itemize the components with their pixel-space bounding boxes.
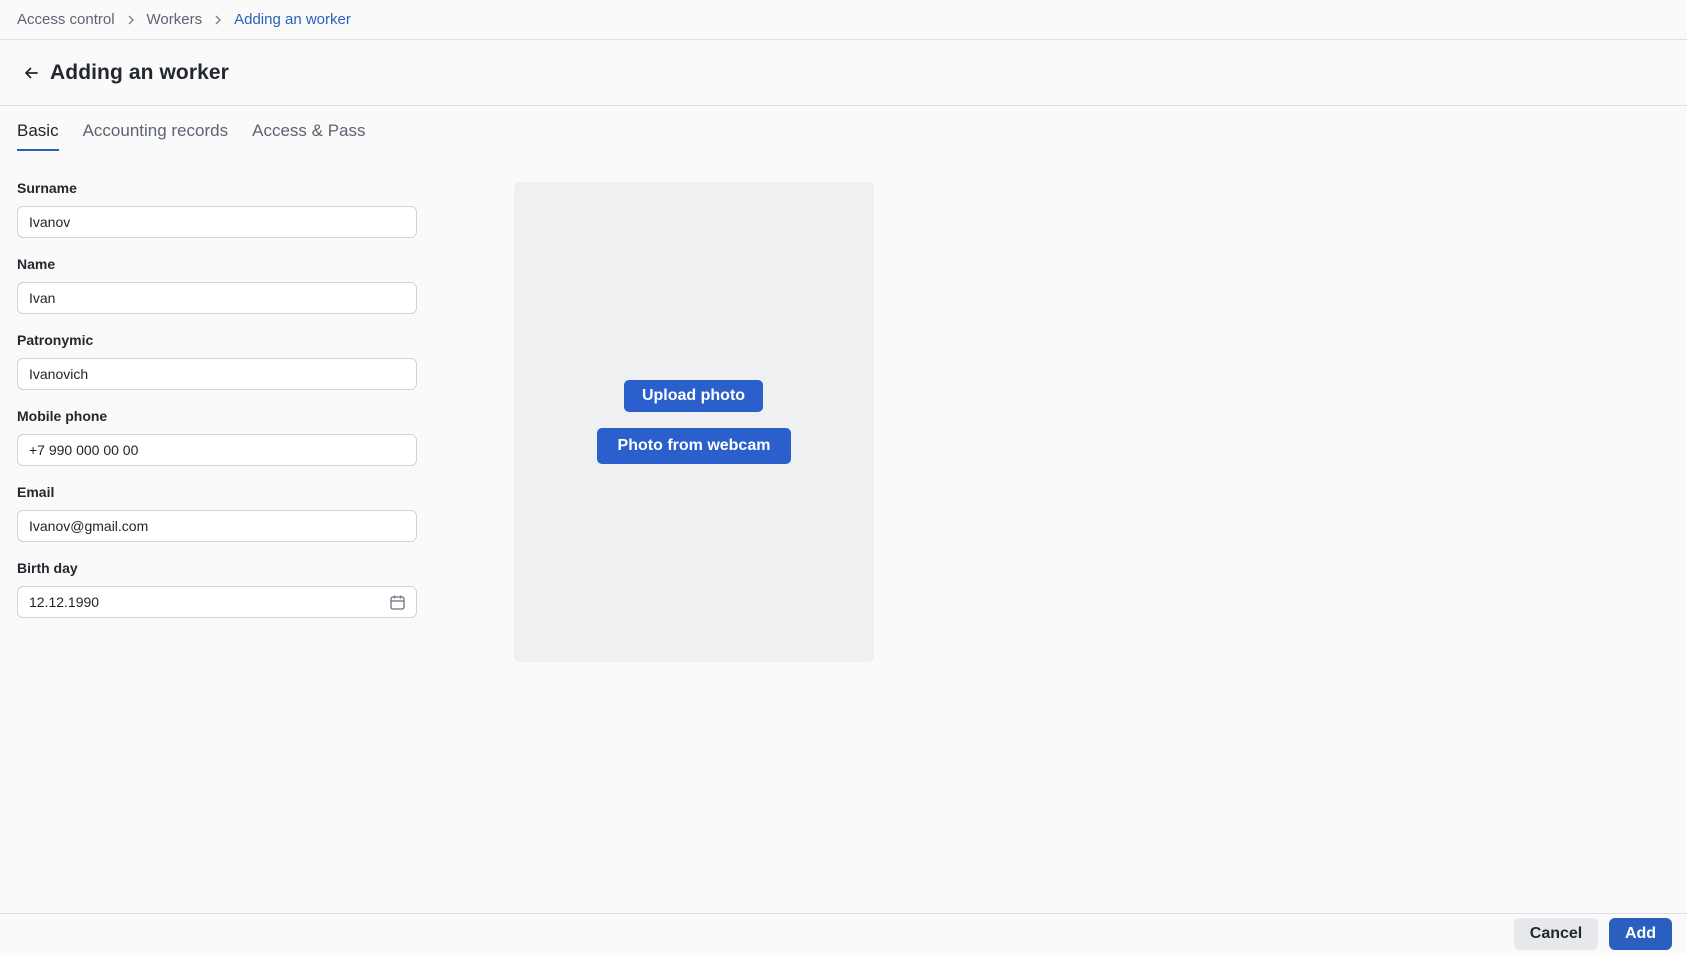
email-input[interactable] bbox=[29, 518, 379, 534]
mobile-phone-label: Mobile phone bbox=[17, 408, 108, 424]
page-header: Adding an worker bbox=[0, 40, 1687, 106]
tab-basic[interactable]: Basic bbox=[17, 121, 59, 151]
birth-day-label: Birth day bbox=[17, 560, 78, 576]
tab-access-pass[interactable]: Access & Pass bbox=[252, 121, 365, 151]
email-label: Email bbox=[17, 484, 55, 500]
surname-input[interactable] bbox=[29, 214, 379, 230]
tab-accounting-records[interactable]: Accounting records bbox=[83, 121, 229, 151]
worker-form: Surname Name Patronymic Mobile phone Ema… bbox=[17, 180, 418, 636]
photo-panel: Upload photo Photo from webcam bbox=[514, 182, 874, 662]
birth-day-field-group: Birth day bbox=[17, 560, 418, 636]
page-title: Adding an worker bbox=[50, 60, 229, 84]
patronymic-input[interactable] bbox=[29, 366, 379, 382]
name-field-group: Name bbox=[17, 256, 418, 332]
add-button[interactable]: Add bbox=[1609, 918, 1672, 950]
breadcrumb-adding-worker: Adding an worker bbox=[234, 11, 351, 28]
mobile-phone-field[interactable] bbox=[17, 434, 417, 466]
upload-photo-button[interactable]: Upload photo bbox=[624, 380, 763, 412]
calendar-icon[interactable] bbox=[389, 594, 406, 611]
birth-day-input[interactable] bbox=[29, 594, 379, 610]
surname-field-group: Surname bbox=[17, 180, 418, 256]
patronymic-field-group: Patronymic bbox=[17, 332, 418, 408]
cancel-button[interactable]: Cancel bbox=[1514, 918, 1598, 950]
surname-label: Surname bbox=[17, 180, 77, 196]
arrow-left-icon[interactable] bbox=[20, 62, 42, 84]
name-field[interactable] bbox=[17, 282, 417, 314]
breadcrumb: Access control Workers Adding an worker bbox=[0, 0, 1687, 40]
chevron-right-icon bbox=[202, 15, 234, 25]
footer-bar: Cancel Add bbox=[0, 913, 1687, 953]
webcam-photo-button[interactable]: Photo from webcam bbox=[597, 428, 791, 464]
tab-bar: Basic Accounting records Access & Pass bbox=[17, 121, 389, 151]
email-field[interactable] bbox=[17, 510, 417, 542]
surname-field[interactable] bbox=[17, 206, 417, 238]
app-window: Access control Workers Adding an worker … bbox=[0, 0, 1687, 953]
name-label: Name bbox=[17, 256, 56, 272]
patronymic-label: Patronymic bbox=[17, 332, 94, 348]
name-input[interactable] bbox=[29, 290, 379, 306]
chevron-right-icon bbox=[115, 15, 147, 25]
patronymic-field[interactable] bbox=[17, 358, 417, 390]
breadcrumb-access-control[interactable]: Access control bbox=[17, 11, 115, 28]
mobile-phone-input[interactable] bbox=[29, 442, 379, 458]
birth-day-field[interactable] bbox=[17, 586, 417, 618]
breadcrumb-workers[interactable]: Workers bbox=[147, 11, 203, 28]
mobile-phone-field-group: Mobile phone bbox=[17, 408, 418, 484]
email-field-group: Email bbox=[17, 484, 418, 560]
